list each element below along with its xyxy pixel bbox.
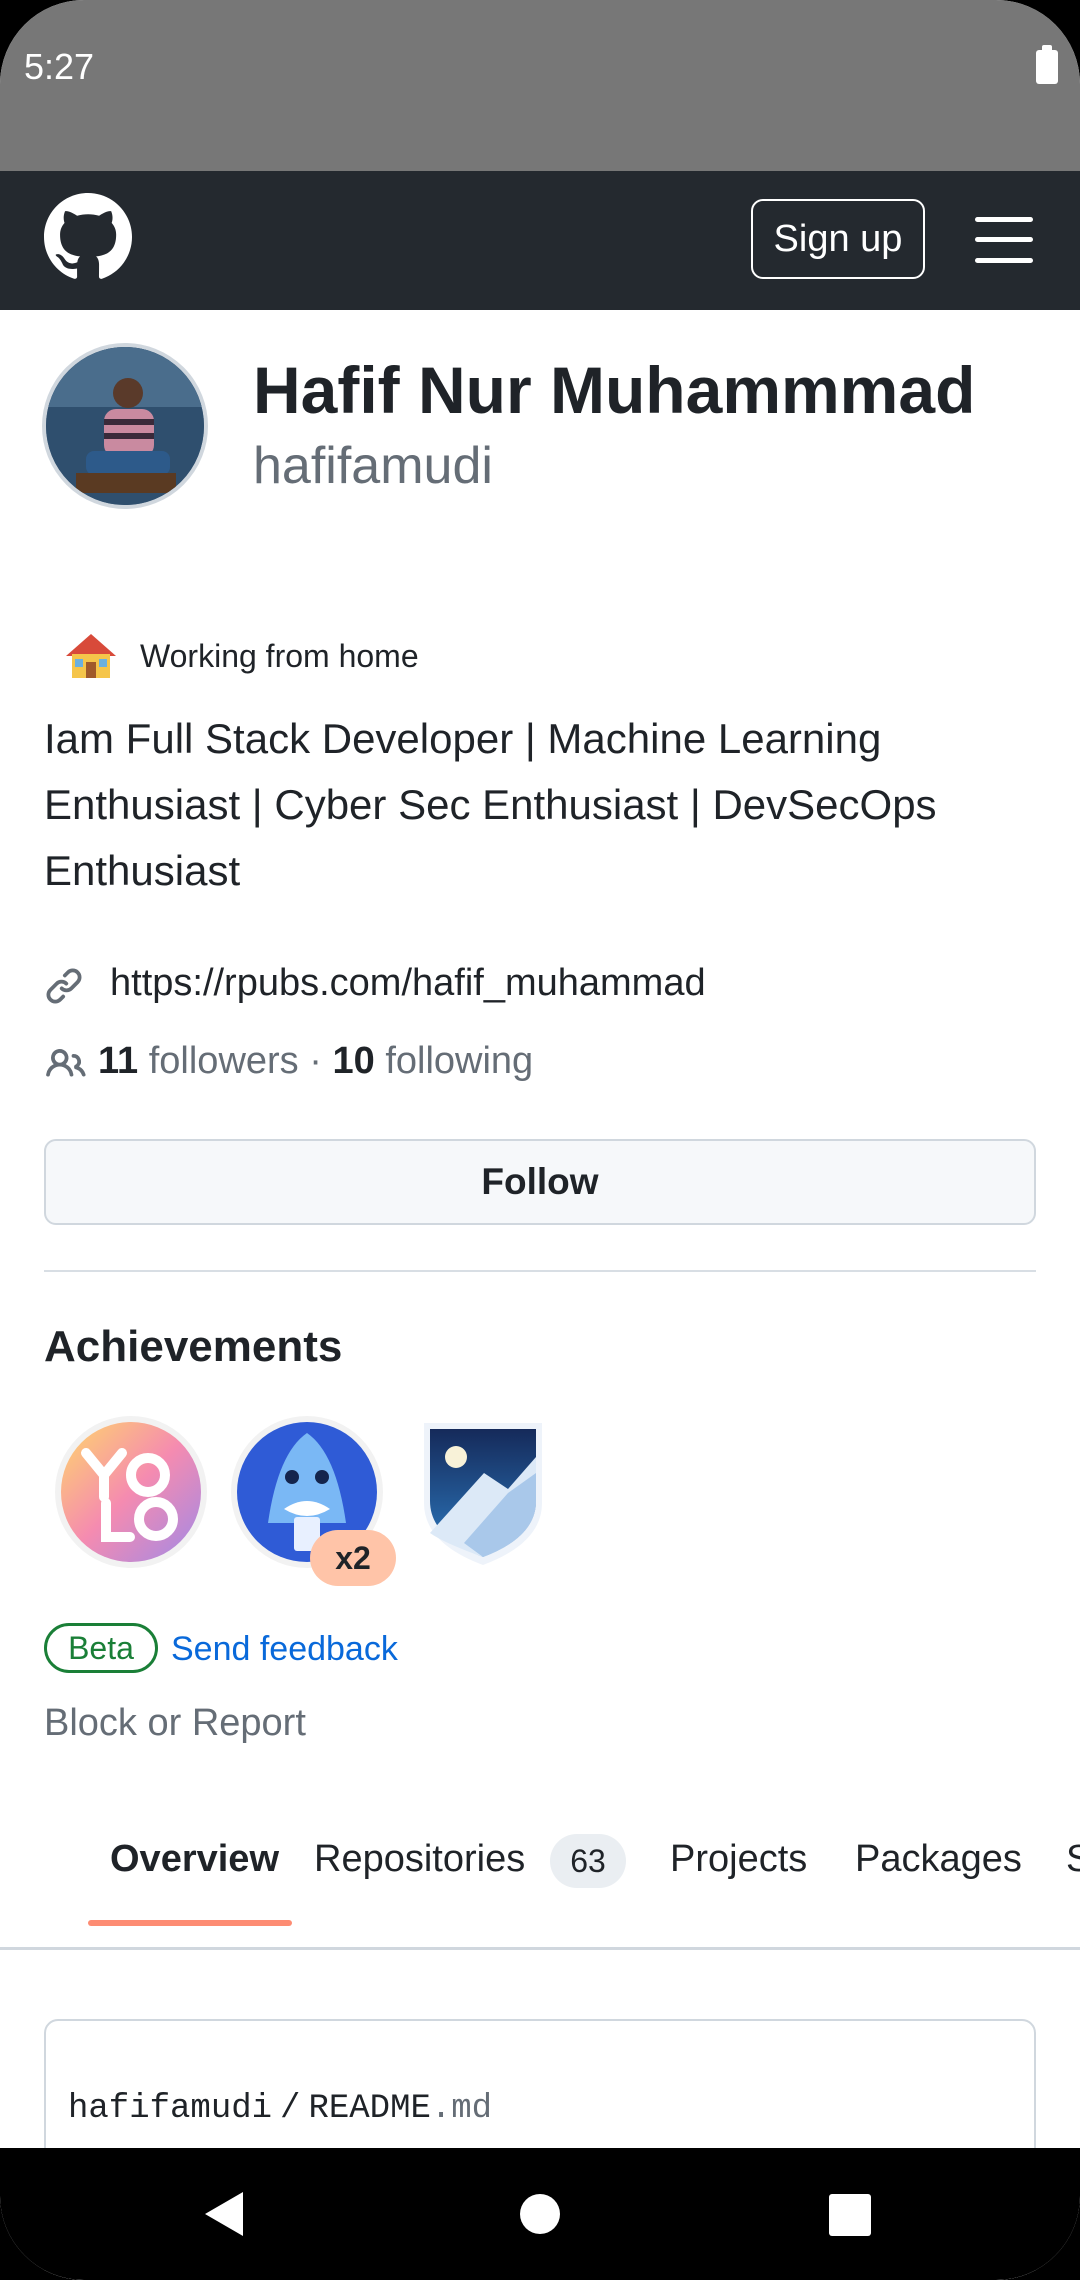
status-message: Working from home [140,638,419,674]
profile-name: Hafif Nur Muhammmad [253,353,976,427]
profile-login: hafifamudi [253,437,493,495]
divider [44,1270,1036,1272]
tab-repositories[interactable]: Repositories [314,1838,525,1881]
house-emoji-icon [66,634,116,678]
tab-stars[interactable]: S [1066,1838,1080,1881]
readme-file[interactable]: README [308,2090,430,2128]
hamburger-menu-icon[interactable] [975,217,1033,263]
tabs-border [0,1947,1080,1950]
beta-badge: Beta [44,1623,158,1673]
tab-projects[interactable]: Projects [670,1838,807,1881]
send-feedback-link[interactable]: Send feedback [171,1630,398,1669]
achievements-title: Achievements [44,1322,343,1371]
followers-count[interactable]: 11 [98,1040,138,1082]
tab-packages[interactable]: Packages [855,1838,1022,1881]
link-icon [46,968,82,1004]
yolo-badge[interactable] [52,1413,210,1571]
follow-stats: 11 followers · 10 following [98,1040,533,1083]
avatar-photo [46,347,204,505]
separator-dot: · [309,1040,322,1082]
badge-count: x2 [310,1530,396,1586]
block-or-report-link[interactable]: Block or Report [44,1702,306,1745]
profile-bio: Iam Full Stack Developer | Machine Learn… [44,715,937,894]
home-nav-icon[interactable] [520,2194,560,2234]
readme-ext: .md [430,2090,493,2128]
site-header: Sign up [0,171,1080,310]
following-label[interactable]: following [385,1040,533,1082]
status-bar: 5:27 [0,0,1080,171]
status-time: 5:27 [24,46,95,87]
battery-icon [1036,45,1058,84]
sign-up-button[interactable]: Sign up [751,199,925,279]
followers-label[interactable]: followers [149,1040,299,1082]
active-tab-indicator [88,1920,292,1926]
following-count[interactable]: 10 [332,1040,374,1082]
github-logo-icon[interactable] [44,193,132,281]
repositories-count: 63 [550,1834,626,1888]
avatar[interactable] [42,343,208,509]
people-icon [46,1048,86,1077]
screen: 5:27 Sign up Hafif Nur Muhammmad hafifam… [0,0,1080,2280]
readme-owner[interactable]: hafifamudi [68,2090,272,2128]
arctic-code-vault-badge[interactable] [404,1413,562,1571]
follow-button[interactable]: Follow [44,1139,1036,1225]
back-nav-icon[interactable] [205,2192,243,2236]
tab-overview[interactable]: Overview [110,1838,279,1881]
readme-path[interactable]: hafifamudi / README.md [68,2090,492,2128]
website-link[interactable]: https://rpubs.com/hafif_muhammad [110,962,706,1005]
readme-separator: / [280,2090,301,2128]
recents-nav-icon[interactable] [829,2194,871,2236]
